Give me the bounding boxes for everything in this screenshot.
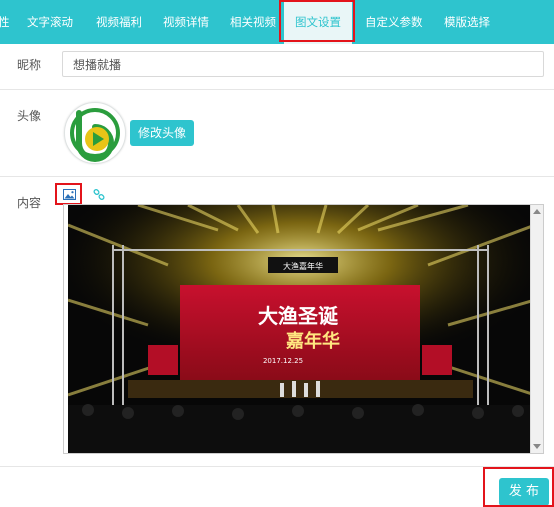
banner-line2: 嘉年华 xyxy=(285,330,340,352)
publish-button[interactable]: 发 布 xyxy=(499,478,549,506)
content-label: 内容 xyxy=(17,196,42,210)
scroll-down-icon[interactable] xyxy=(533,444,541,449)
concert-stage-image: 大渔嘉年华 大渔圣诞 嘉年华 2017.12.25 xyxy=(68,205,535,453)
link-icon[interactable] xyxy=(93,188,105,204)
tab-video-benefits[interactable]: 视频福利 xyxy=(96,0,142,44)
tab-image-text-settings[interactable]: 图文设置 xyxy=(284,0,352,44)
avatar xyxy=(64,102,126,164)
scroll-up-icon[interactable] xyxy=(533,209,541,214)
divider xyxy=(0,176,554,177)
logo-text: 大渔嘉年华 xyxy=(283,261,323,271)
nickname-field[interactable] xyxy=(62,51,544,77)
nickname-label: 昵称 xyxy=(17,58,42,72)
image-icon[interactable] xyxy=(63,189,76,203)
tab-related-videos[interactable]: 相关视频 xyxy=(230,0,276,44)
divider xyxy=(0,89,554,90)
tab-bar: 性 文字滚动 视频福利 视频详情 相关视频 图文设置 自定义参数 模版选择 xyxy=(0,0,554,44)
content-editor[interactable]: 大渔嘉年华 大渔圣诞 嘉年华 2017.12.25 xyxy=(63,204,544,454)
avatar-label: 头像 xyxy=(17,109,42,123)
change-avatar-button[interactable]: 修改头像 xyxy=(130,120,194,146)
tab-first-partial[interactable]: 性 xyxy=(0,0,10,44)
tab-text-scroll[interactable]: 文字滚动 xyxy=(27,0,73,44)
tab-video-details[interactable]: 视频详情 xyxy=(163,0,209,44)
banner-date: 2017.12.25 xyxy=(263,357,303,365)
divider xyxy=(0,466,554,467)
editor-scrollbar[interactable] xyxy=(530,205,543,453)
tab-custom-params[interactable]: 自定义参数 xyxy=(365,0,423,44)
avatar-logo-icon xyxy=(70,108,120,162)
tab-template-select[interactable]: 模版选择 xyxy=(444,0,490,44)
banner-line1: 大渔圣诞 xyxy=(258,304,339,328)
